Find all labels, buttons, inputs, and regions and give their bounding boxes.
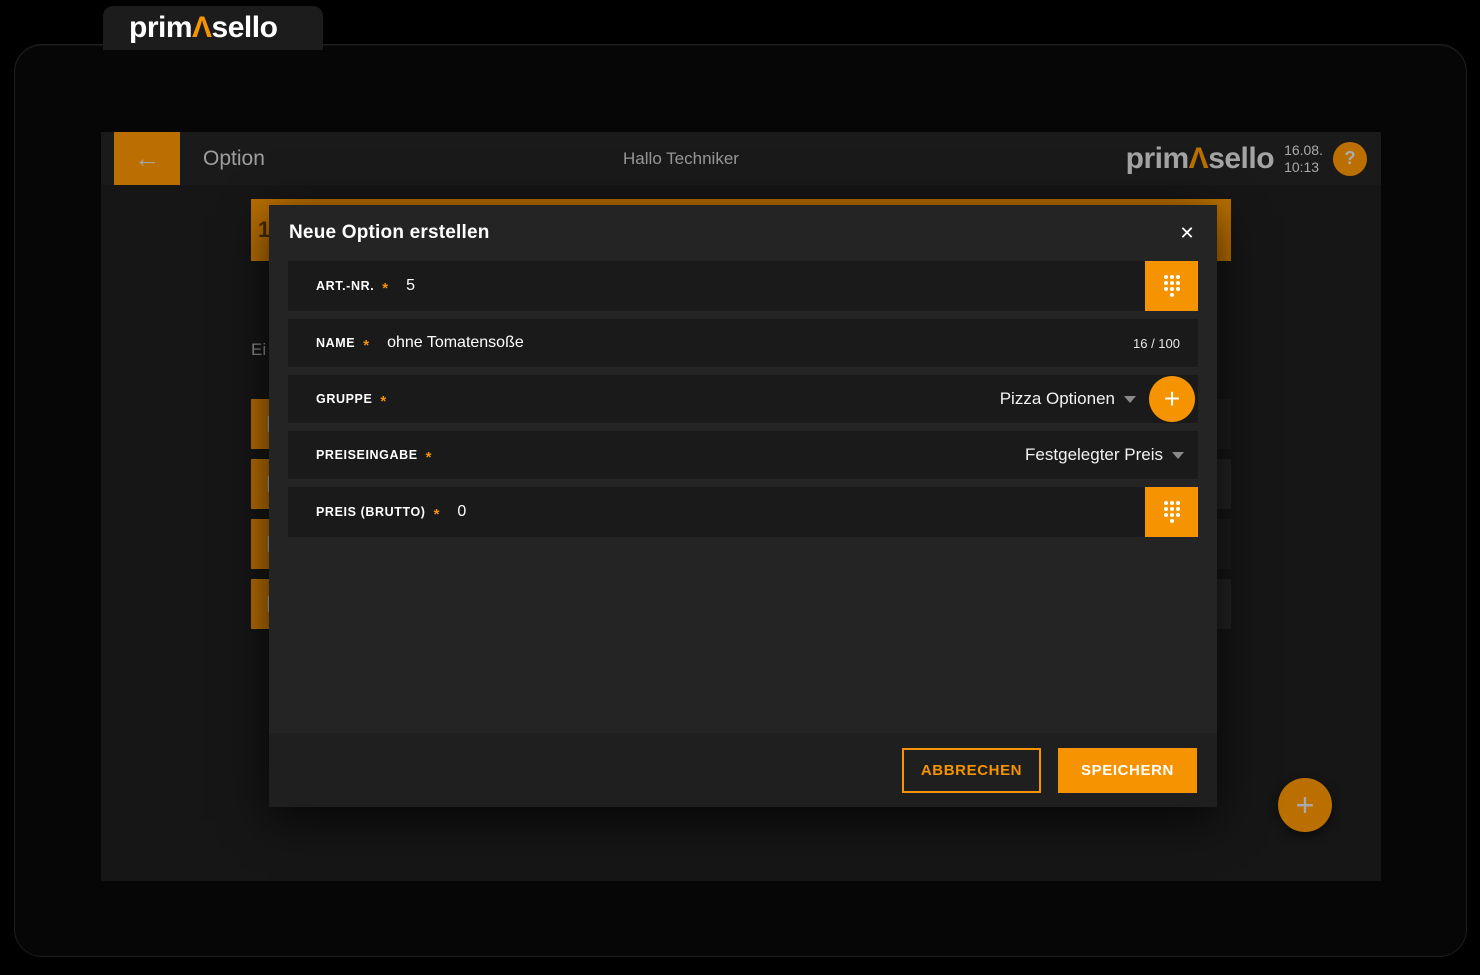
help-button[interactable]: ? [1333,142,1367,176]
group-dropdown[interactable]: Pizza Optionen + [1000,376,1195,422]
field-name[interactable]: NAME * ohne Tomatensoße 16 / 100 [288,319,1198,367]
logo-mark-icon: Λ [192,11,212,44]
keypad-button[interactable] [1145,487,1198,537]
modal-title: Neue Option erstellen [289,222,490,244]
field-value: 5 [406,277,415,295]
field-value: ohne Tomatensoße [387,334,524,352]
date-label: 16.08. [1284,142,1323,158]
logo-mark-icon: Λ [1189,142,1209,175]
primasello-logo: primΛsello [129,11,277,45]
price-mode-dropdown[interactable]: Festgelegter Preis [1025,445,1184,465]
logo-suffix: sello [212,11,278,44]
close-icon: ✕ [1179,223,1194,243]
cancel-button[interactable]: ABBRECHEN [902,748,1041,793]
question-mark-icon: ? [1345,148,1356,169]
time-label: 10:13 [1284,159,1323,175]
required-asterisk: * [434,506,440,523]
keypad-icon [1162,499,1182,525]
logo-prefix: prim [1126,142,1189,175]
header-right: primΛsello 16.08. 10:13 ? [1126,132,1367,185]
field-gruppe[interactable]: GRUPPE * Pizza Optionen + [288,375,1198,423]
keypad-button[interactable] [1145,261,1198,311]
primasello-logo-header: primΛsello [1126,142,1274,176]
logo-suffix: sello [1208,142,1274,175]
save-button[interactable]: SPEICHERN [1058,748,1197,793]
plus-icon: + [1296,787,1315,824]
char-counter: 16 / 100 [1133,336,1180,351]
required-asterisk: * [363,337,369,354]
keypad-icon [1162,273,1182,299]
datetime: 16.08. 10:13 [1284,142,1323,174]
app-window: ← Option Hallo Techniker primΛsello 16.0… [101,132,1381,881]
close-button[interactable]: ✕ [1169,215,1205,251]
plus-icon: + [1164,383,1180,415]
field-label: PREISEINGABE [316,448,418,462]
field-preiseingabe[interactable]: PREISEINGABE * Festgelegter Preis [288,431,1198,479]
field-label: ART.-NR. [316,279,374,293]
field-label: GRUPPE [316,392,372,406]
field-value: 0 [457,503,466,521]
chevron-down-icon [1172,452,1184,459]
field-label: PREIS (BRUTTO) [316,505,426,519]
app-header: ← Option Hallo Techniker primΛsello 16.0… [101,132,1381,185]
add-option-fab[interactable]: + [1278,778,1332,832]
page: primΛsello ← Option Hallo Techniker prim… [0,0,1480,975]
required-asterisk: * [382,280,388,297]
field-preis-brutto[interactable]: PREIS (BRUTTO) * 0 [288,487,1198,537]
required-asterisk: * [380,393,386,410]
field-art-nr[interactable]: ART.-NR. * 5 [288,261,1198,311]
browser-tab: primΛsello [103,6,323,50]
chevron-down-icon [1124,396,1136,403]
modal-header: Neue Option erstellen ✕ [269,205,1217,261]
new-option-modal: Neue Option erstellen ✕ ART.-NR. * 5 [269,205,1217,807]
partial-section-label: Ei [251,340,266,360]
device-frame: ← Option Hallo Techniker primΛsello 16.0… [14,44,1467,957]
modal-footer: ABBRECHEN SPEICHERN [269,733,1217,807]
required-asterisk: * [426,449,432,466]
logo-prefix: prim [129,11,192,44]
dropdown-value: Pizza Optionen [1000,389,1115,409]
field-label: NAME [316,336,355,350]
dropdown-value: Festgelegter Preis [1025,445,1163,465]
add-group-button[interactable]: + [1149,376,1195,422]
user-greeting: Hallo Techniker [101,132,1261,185]
